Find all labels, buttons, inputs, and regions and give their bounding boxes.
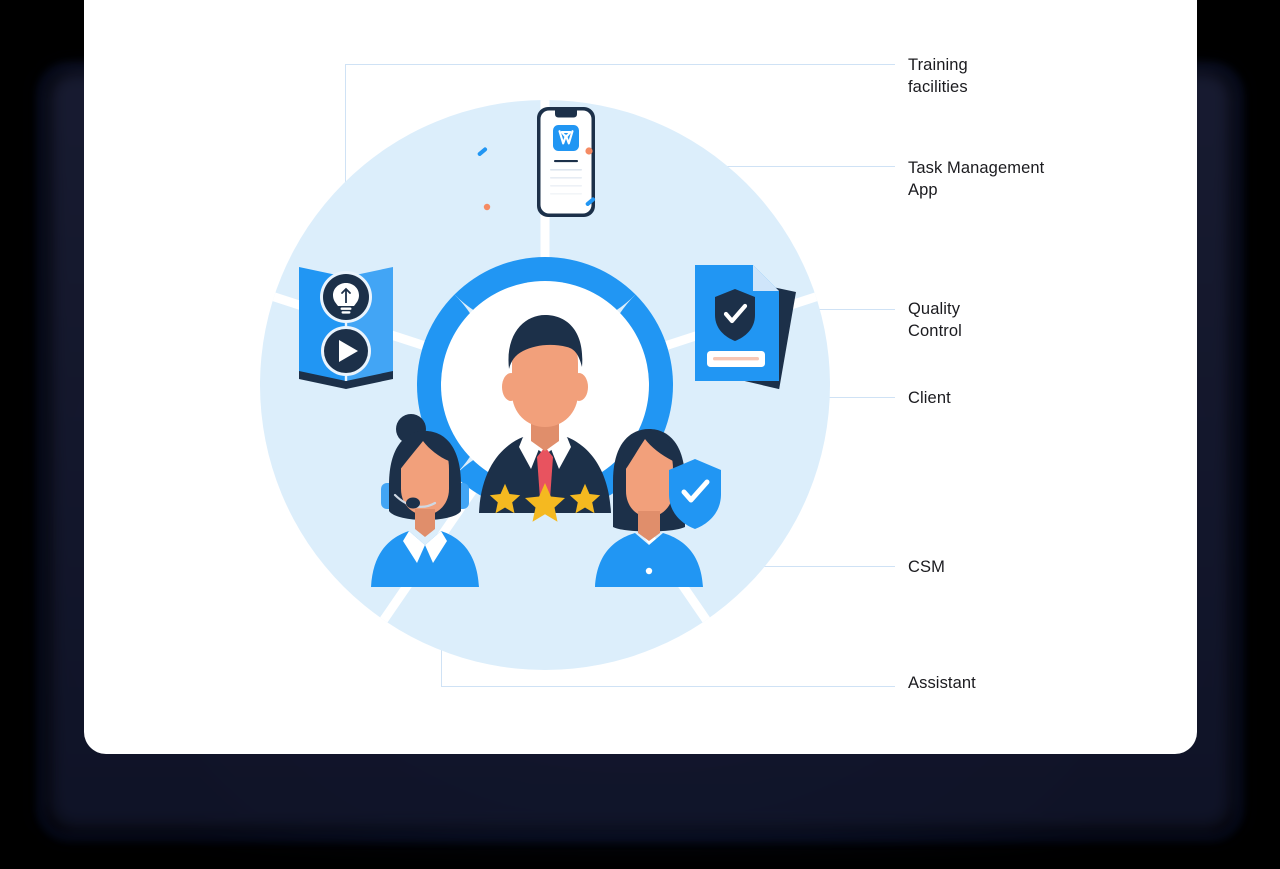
service-wheel-diagram	[255, 95, 835, 675]
shirt-button	[645, 567, 653, 575]
confetti-dot-right	[585, 147, 593, 155]
phone-notch	[555, 110, 577, 118]
training-facilities-hline	[345, 64, 895, 65]
phone-line-2	[550, 177, 582, 179]
phone-line-3	[550, 185, 582, 187]
document-input-bar	[713, 357, 759, 361]
label-task-management-app: Task Management App	[908, 159, 1045, 199]
label-quality-control: Quality Control	[908, 300, 962, 340]
phone-line-title	[554, 160, 578, 163]
training-book-icon	[299, 267, 393, 389]
label-client: Client	[908, 389, 951, 407]
label-csm: CSM	[908, 558, 945, 576]
label-training-facilities: Training facilities	[908, 56, 968, 96]
label-assistant: Assistant	[908, 674, 976, 692]
phone-line-1	[550, 169, 582, 171]
phone-line-4	[550, 193, 582, 195]
play-badge	[321, 326, 371, 376]
page-root: Training facilities Task Management App …	[0, 0, 1280, 869]
lightbulb-badge	[320, 271, 372, 323]
assistant-hline	[441, 686, 895, 687]
headset-mic	[406, 497, 420, 509]
confetti-dot-left	[483, 203, 491, 211]
mobile-task-app-icon	[537, 107, 595, 217]
